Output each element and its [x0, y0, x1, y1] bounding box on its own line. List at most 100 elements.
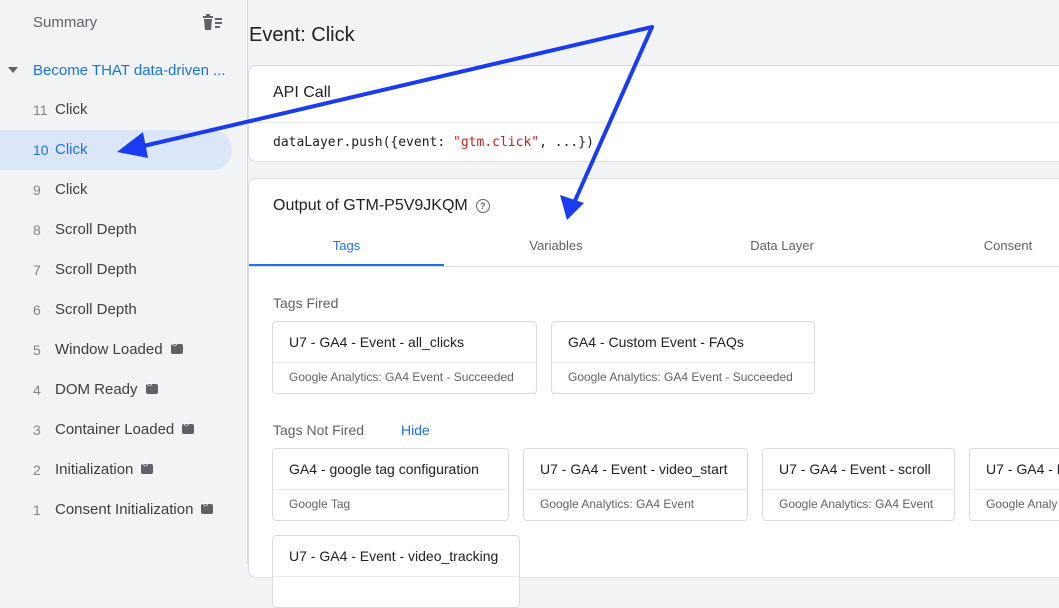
output-tabs: Tags Variables Data Layer Consent — [249, 225, 1059, 267]
sidebar-event-item[interactable]: 11 Click — [0, 90, 232, 130]
event-label: Consent Initialization — [55, 500, 214, 518]
event-label-text: Container Loaded — [55, 421, 175, 438]
code-string: "gtm.click" — [453, 135, 540, 150]
event-number: 10 — [33, 142, 49, 158]
divider — [249, 122, 1059, 123]
tag-name: GA4 - google tag configuration — [289, 461, 479, 477]
divider — [763, 489, 954, 490]
tags-fired-heading: Tags Fired — [273, 295, 339, 311]
divider — [273, 489, 508, 490]
event-label-text: Scroll Depth — [55, 221, 137, 238]
event-label-text: Click — [55, 181, 88, 198]
sidebar-event-item[interactable]: 5 Window Loaded — [0, 330, 232, 370]
output-title: Output of GTM-P5V9JKQM? — [273, 197, 490, 215]
hide-link[interactable]: Hide — [401, 422, 430, 438]
sidebar: Summary Become THAT data-driven ... 11 Cl… — [0, 0, 248, 564]
event-number: 4 — [33, 382, 41, 398]
sidebar-event-item[interactable]: 10 Click — [0, 130, 232, 170]
event-number: 9 — [33, 182, 41, 198]
sidebar-event-item[interactable]: 1 Consent Initialization — [0, 490, 232, 530]
tag-name: GA4 - Custom Event - FAQs — [568, 334, 744, 350]
tab-consent[interactable]: Consent — [911, 225, 1059, 266]
tag-status: Google Tag — [289, 497, 351, 511]
event-label: Scroll Depth — [55, 301, 137, 318]
event-label-text: Consent Initialization — [55, 501, 194, 518]
event-number: 5 — [33, 342, 41, 358]
event-label-text: DOM Ready — [55, 381, 138, 398]
main-panel: Event: Click API Call dataLayer.push({ev… — [248, 0, 1059, 608]
tag-status: Google Analytics: GA4 Event - Succeeded — [289, 370, 514, 384]
tab-variables[interactable]: Variables — [459, 225, 653, 266]
output-title-text: Output of GTM-P5V9JKQM — [273, 197, 468, 214]
event-label-text: Initialization — [55, 461, 134, 478]
clear-messages-icon[interactable] — [201, 13, 223, 31]
page-title: Event: Click — [249, 24, 355, 46]
code-icon — [201, 500, 214, 515]
fired-tag-card[interactable]: U7 - GA4 - Event - all_clicks Google Ana… — [272, 321, 537, 394]
divider — [273, 362, 536, 363]
event-label-text: Window Loaded — [55, 341, 163, 358]
api-call-card: API Call dataLayer.push({event: "gtm.cli… — [248, 65, 1059, 162]
api-call-title: API Call — [273, 84, 331, 101]
container-group-header[interactable]: Become THAT data-driven ... — [0, 60, 248, 82]
event-label: Window Loaded — [55, 340, 183, 358]
tag-name: U7 - GA4 - Event - video_start — [540, 461, 728, 477]
sidebar-event-item[interactable]: 7 Scroll Depth — [0, 250, 232, 290]
tag-status: Google Analy — [986, 497, 1058, 511]
collapse-caret-icon[interactable] — [8, 67, 18, 73]
tab-data-layer[interactable]: Data Layer — [685, 225, 879, 266]
tag-status: Google Analytics: GA4 Event - Succeeded — [568, 370, 793, 384]
divider — [970, 489, 1059, 490]
event-label: Click — [55, 141, 88, 158]
event-number: 1 — [33, 502, 41, 518]
event-label-text: Scroll Depth — [55, 301, 137, 318]
not-fired-tag-card[interactable]: GA4 - google tag configuration Google Ta… — [272, 448, 509, 521]
code-suffix: , ...}) — [539, 135, 594, 150]
help-icon[interactable]: ? — [475, 198, 490, 213]
fired-tag-card[interactable]: GA4 - Custom Event - FAQs Google Analyti… — [551, 321, 815, 394]
code-prefix: dataLayer.push({event: — [273, 135, 454, 150]
event-label: DOM Ready — [55, 380, 158, 398]
event-label: Container Loaded — [55, 420, 195, 438]
event-number: 11 — [33, 102, 48, 118]
event-label: Click — [55, 101, 88, 118]
event-number: 8 — [33, 222, 41, 238]
sidebar-event-item[interactable]: 4 DOM Ready — [0, 370, 232, 410]
event-label: Initialization — [55, 460, 154, 478]
sidebar-event-item[interactable]: 6 Scroll Depth — [0, 290, 232, 330]
not-fired-tag-card[interactable]: U7 - GA4 - Event - scroll Google Analyti… — [762, 448, 955, 521]
sidebar-event-item[interactable]: 3 Container Loaded — [0, 410, 232, 450]
divider — [273, 576, 519, 577]
event-number: 6 — [33, 302, 41, 318]
api-call-code: dataLayer.push({event: "gtm.click", ...}… — [273, 135, 594, 150]
summary-link[interactable]: Summary — [33, 14, 97, 31]
event-label: Click — [55, 181, 88, 198]
not-fired-tag-card[interactable]: U7 - GA4 - Event - l Google Analy — [969, 448, 1059, 521]
event-label-text: Click — [55, 101, 88, 118]
event-number: 3 — [33, 422, 41, 438]
output-card: Output of GTM-P5V9JKQM? Tags Variables D… — [248, 178, 1059, 608]
divider — [552, 362, 814, 363]
sidebar-event-item[interactable]: 8 Scroll Depth — [0, 210, 232, 250]
tag-name: U7 - GA4 - Event - scroll — [779, 461, 931, 477]
tag-name: U7 - GA4 - Event - l — [986, 461, 1059, 477]
container-label[interactable]: Become THAT data-driven ... — [33, 62, 228, 79]
code-icon — [145, 380, 158, 395]
event-number: 7 — [33, 262, 41, 278]
sidebar-event-item[interactable]: 9 Click — [0, 170, 232, 210]
tag-status: Google Analytics: GA4 Event — [540, 497, 695, 511]
code-icon — [182, 420, 195, 435]
tab-tags[interactable]: Tags — [249, 225, 444, 266]
code-icon — [170, 340, 183, 355]
code-icon — [141, 460, 154, 475]
divider — [524, 489, 747, 490]
tags-not-fired-heading: Tags Not Fired — [273, 422, 365, 438]
tag-name: U7 - GA4 - Event - all_clicks — [289, 334, 465, 350]
tag-status: Google Analytics: GA4 Event — [779, 497, 934, 511]
sidebar-event-item[interactable]: 2 Initialization — [0, 450, 232, 490]
event-label-text: Click — [55, 141, 88, 158]
event-label: Scroll Depth — [55, 261, 137, 278]
not-fired-tag-card[interactable]: U7 - GA4 - Event - video_start Google An… — [523, 448, 748, 521]
event-label-text: Scroll Depth — [55, 261, 137, 278]
not-fired-tag-card[interactable]: U7 - GA4 - Event - video_tracking — [272, 535, 520, 608]
